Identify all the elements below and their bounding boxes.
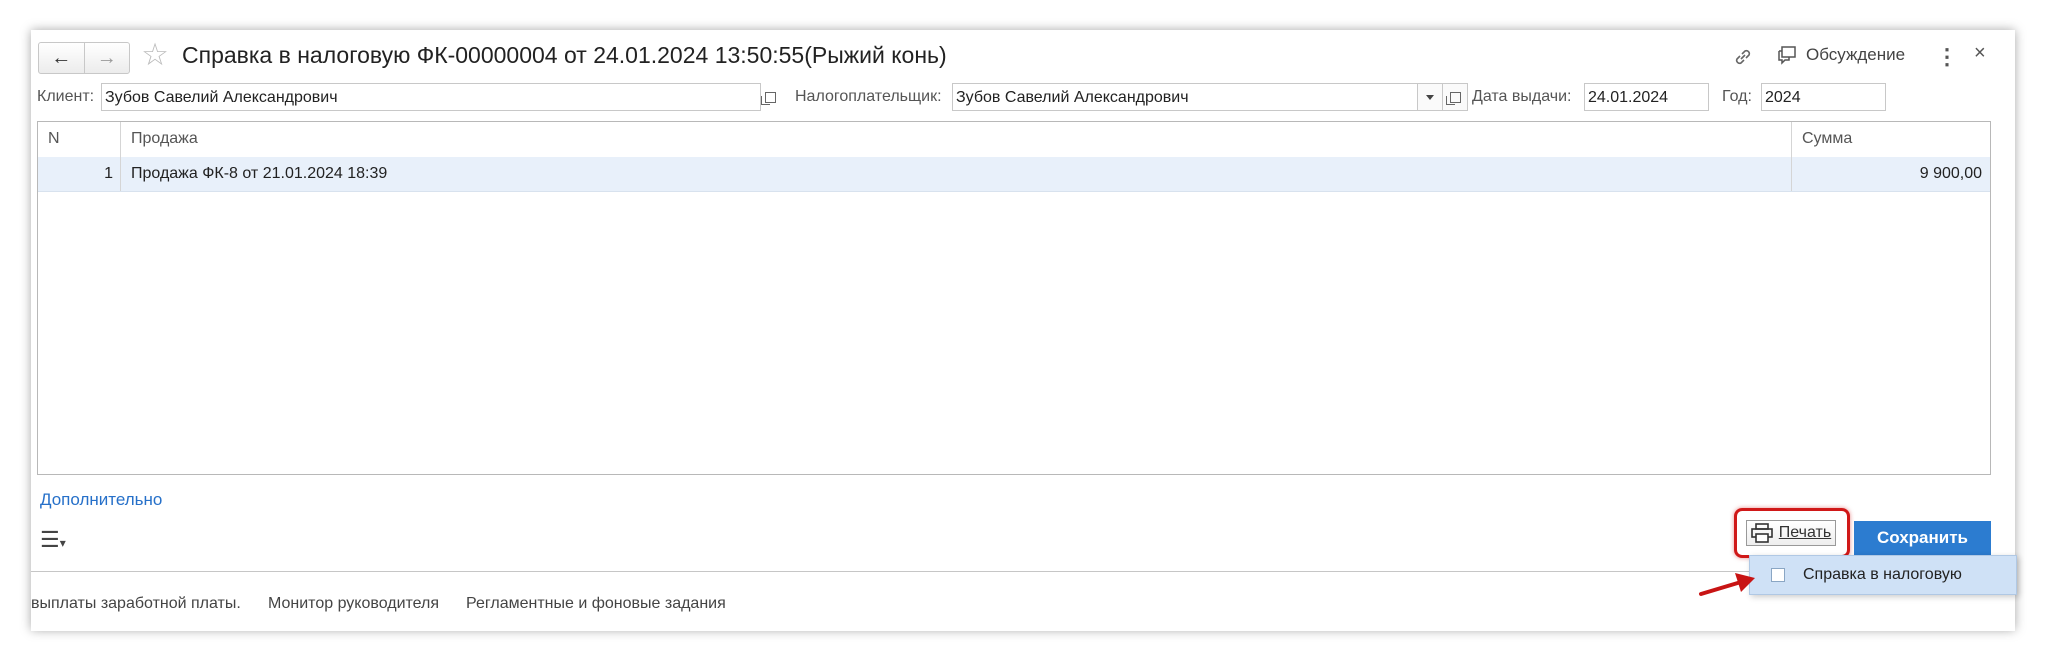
menu-item-checkbox[interactable] [1771,568,1785,582]
more-icon[interactable]: ⋮ [1936,44,1958,70]
sales-table: N Продажа Сумма 1 Продажа ФК-8 от 21.01.… [37,121,1991,475]
discussion-label: Обсуждение [1806,45,1906,64]
additional-link[interactable]: Дополнительно [40,490,162,510]
issue-date-field[interactable]: 24.01.2024 [1584,83,1709,111]
print-highlight: Печать [1734,508,1850,558]
document-window: ← → ☆ Справка в налоговую ФК-00000004 от… [31,30,2015,631]
taxpayer-open-button[interactable] [1442,83,1468,111]
forward-button[interactable]: → [83,43,130,73]
cell-n: 1 [104,165,113,182]
table-header: N Продажа Сумма [38,122,1990,158]
forward-arrow-icon: → [96,46,117,69]
column-header-n[interactable]: N [38,122,120,157]
close-icon[interactable]: × [1974,42,1986,65]
open-icon [1445,91,1461,105]
cell-sum: 9 900,00 [1791,157,1982,191]
navigation-buttons: ← → [38,42,130,74]
menu-item-tax-certificate[interactable]: Справка в налоговую [1803,566,1962,584]
back-button[interactable]: ← [39,43,84,73]
open-icon [760,91,776,105]
page-title: Справка в налоговую ФК-00000004 от 24.01… [182,42,947,68]
taxpayer-field[interactable]: Зубов Савелий Александрович [952,83,1418,111]
favorite-star-icon[interactable]: ☆ [138,38,172,72]
print-button[interactable]: Печать [1746,520,1836,546]
menu-icon[interactable]: ☰▾ [40,527,66,553]
table-row[interactable]: 1 Продажа ФК-8 от 21.01.2024 18:39 9 900… [38,157,1990,192]
client-field[interactable]: Зубов Савелий Александрович [101,83,761,111]
cell-sale: Продажа ФК-8 от 21.01.2024 18:39 [120,157,1791,191]
chevron-down-icon [1426,94,1434,100]
column-header-sum[interactable]: Сумма [1791,122,1990,157]
bottom-link-monitor[interactable]: Монитор руководителя [268,595,439,613]
save-button[interactable]: Сохранить [1854,521,1991,555]
taxpayer-label: Налогоплательщик: [795,88,942,105]
chat-icon [1778,46,1796,65]
bottom-link-salary[interactable]: выплаты заработной платы. [31,595,241,613]
link-icon[interactable] [1731,45,1755,69]
taxpayer-dropdown-button[interactable] [1417,83,1443,111]
year-field[interactable]: 2024 [1761,83,1886,111]
issue-date-label: Дата выдачи: [1472,88,1572,105]
client-open-button[interactable] [757,83,783,111]
discussion-button[interactable]: Обсуждение [1776,44,1905,66]
printer-icon [1750,523,1773,543]
column-header-sale[interactable]: Продажа [120,122,1872,157]
bottom-link-tasks[interactable]: Регламентные и фоновые задания [466,595,726,613]
print-label: Печать [1778,524,1832,541]
print-dropdown-menu: Справка в налоговую [1749,555,2017,595]
title-bar: ← → ☆ Справка в налоговую ФК-00000004 от… [31,30,2015,86]
red-arrow-icon [1699,573,1755,596]
back-arrow-icon: ← [51,46,72,69]
year-label: Год: [1722,88,1752,105]
client-label: Клиент: [37,88,95,105]
